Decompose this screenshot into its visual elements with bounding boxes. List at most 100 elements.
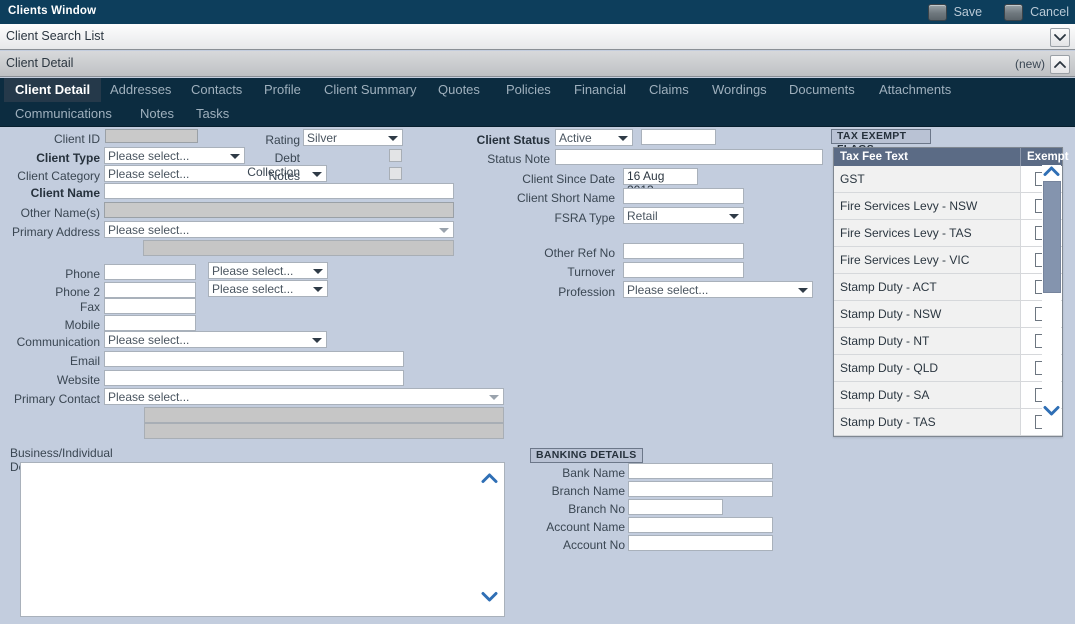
tab-addresses[interactable]: Addresses [99,78,182,102]
client-name-field[interactable] [104,183,454,199]
tab-notes[interactable]: Notes [129,102,185,126]
tab-claims[interactable]: Claims [638,78,700,102]
table-row[interactable]: Fire Services Levy - VIC [834,247,1062,274]
tab-attachments[interactable]: Attachments [868,78,962,102]
scrollbar-thumb[interactable] [1043,181,1061,293]
primary-address-line[interactable] [143,240,454,256]
tax-exempt-flags-caption: TAX EXEMPT FLAGS [831,129,931,155]
rating-select[interactable]: Silver [303,129,403,146]
other-ref-no-label: Other Ref No [544,246,615,260]
other-ref-no-field[interactable] [623,243,744,259]
description-textarea[interactable] [20,462,505,617]
clients-window: Clients Window Save Cancel Client Search… [0,0,1075,624]
tab-financial[interactable]: Financial [563,78,637,102]
tax-fee-text: Fire Services Levy - VIC [834,247,1020,273]
client-search-list-label: Client Search List [6,29,104,43]
tab-profile[interactable]: Profile [253,78,312,102]
primary-contact-select[interactable]: Please select... [104,388,504,405]
account-no-field[interactable] [628,535,773,551]
tab-client-summary[interactable]: Client Summary [313,78,427,102]
table-row[interactable]: Stamp Duty - NSW [834,301,1062,328]
tax-fee-text: Stamp Duty - NSW [834,301,1020,327]
communication-value: Please select... [108,333,190,347]
tax-fee-text: Stamp Duty - ACT [834,274,1020,300]
chevron-down-icon [618,136,628,141]
tax-exempt-scrollbar[interactable] [1042,165,1061,435]
tab-tasks[interactable]: Tasks [185,102,240,126]
cancel-icon [1004,3,1024,21]
email-label: Email [69,354,100,368]
tab-contacts[interactable]: Contacts [180,78,253,102]
client-detail-status: (new) [1014,57,1045,71]
table-row[interactable]: Fire Services Levy - TAS [834,220,1062,247]
client-category-label: Client Category [17,169,100,183]
client-short-name-field[interactable] [623,188,744,204]
scroll-down-chevron-icon[interactable] [1042,405,1061,420]
notes-flag-checkbox[interactable] [389,167,402,180]
phone2-type-select[interactable]: Please select... [208,280,328,297]
primary-contact-line-1[interactable] [144,407,504,423]
client-status-select[interactable]: Active [555,129,633,146]
client-type-select[interactable]: Please select... [104,147,245,164]
fax-label: Fax [79,300,100,314]
phone2-label: Phone 2 [55,285,100,299]
notes-flag-label: Notes [268,169,300,183]
primary-contact-line-2[interactable] [144,423,504,439]
bank-name-field[interactable] [628,463,773,479]
table-row[interactable]: Stamp Duty - TAS [834,409,1062,436]
client-detail-bar[interactable]: Client Detail (new) [0,51,1075,77]
tab-wordings[interactable]: Wordings [701,78,778,102]
chevron-down-icon[interactable] [481,591,498,606]
turnover-field[interactable] [623,262,744,278]
status-note-field[interactable] [555,149,823,165]
chevron-down-icon [798,288,808,293]
fsra-type-select[interactable]: Retail [623,207,744,224]
communication-select[interactable]: Please select... [104,331,327,348]
phone2-field[interactable] [104,282,196,298]
other-names-label: Other Name(s) [20,206,100,220]
cancel-button[interactable]: Cancel [1004,3,1069,21]
primary-address-select[interactable]: Please select... [104,221,454,238]
communication-label: Communication [16,335,100,349]
table-row[interactable]: Stamp Duty - SA [834,382,1062,409]
table-row[interactable]: Stamp Duty - ACT [834,274,1062,301]
branch-name-field[interactable] [628,481,773,497]
phone-type-select[interactable]: Please select... [208,262,328,279]
client-id-field[interactable] [105,129,198,143]
website-field[interactable] [104,370,404,386]
tab-quotes[interactable]: Quotes [427,78,491,102]
client-status-extra-field[interactable] [641,129,716,145]
banking-details-caption: BANKING DETAILS [530,448,643,463]
table-row[interactable]: Stamp Duty - QLD [834,355,1062,382]
table-row[interactable]: Stamp Duty - NT [834,328,1062,355]
save-button[interactable]: Save [927,3,982,21]
client-since-date-field[interactable]: 16 Aug 2013 [623,168,698,197]
table-row[interactable]: GST [834,166,1062,193]
tab-client-detail[interactable]: Client Detail [4,78,102,102]
branch-no-field[interactable] [628,499,723,515]
email-field[interactable] [104,351,404,367]
tab-policies[interactable]: Policies [495,78,562,102]
client-search-list-bar[interactable]: Client Search List [0,24,1075,50]
chevron-down-icon [313,269,323,274]
phone2-type-value: Please select... [212,282,294,296]
tab-documents[interactable]: Documents [778,78,866,102]
profession-select[interactable]: Please select... [623,281,813,298]
tax-fee-text: Stamp Duty - QLD [834,355,1020,381]
tab-communications[interactable]: Communications [4,102,123,126]
bank-name-label: Bank Name [562,466,625,480]
account-name-field[interactable] [628,517,773,533]
table-row[interactable]: Fire Services Levy - NSW [834,193,1062,220]
chevron-up-icon[interactable] [481,472,498,487]
chevron-up-icon[interactable] [1050,55,1070,74]
scroll-up-chevron-icon[interactable] [1042,165,1061,180]
tab-row-secondary: Communications Notes Tasks [0,102,1075,126]
debt-collection-checkbox[interactable] [389,149,402,162]
other-names-field[interactable] [104,202,454,218]
mobile-field[interactable] [104,315,196,331]
profession-value: Please select... [627,283,709,297]
tax-fee-text: Stamp Duty - TAS [834,409,1020,435]
chevron-down-icon[interactable] [1050,28,1070,47]
fax-field[interactable] [104,298,196,314]
phone-field[interactable] [104,264,196,280]
